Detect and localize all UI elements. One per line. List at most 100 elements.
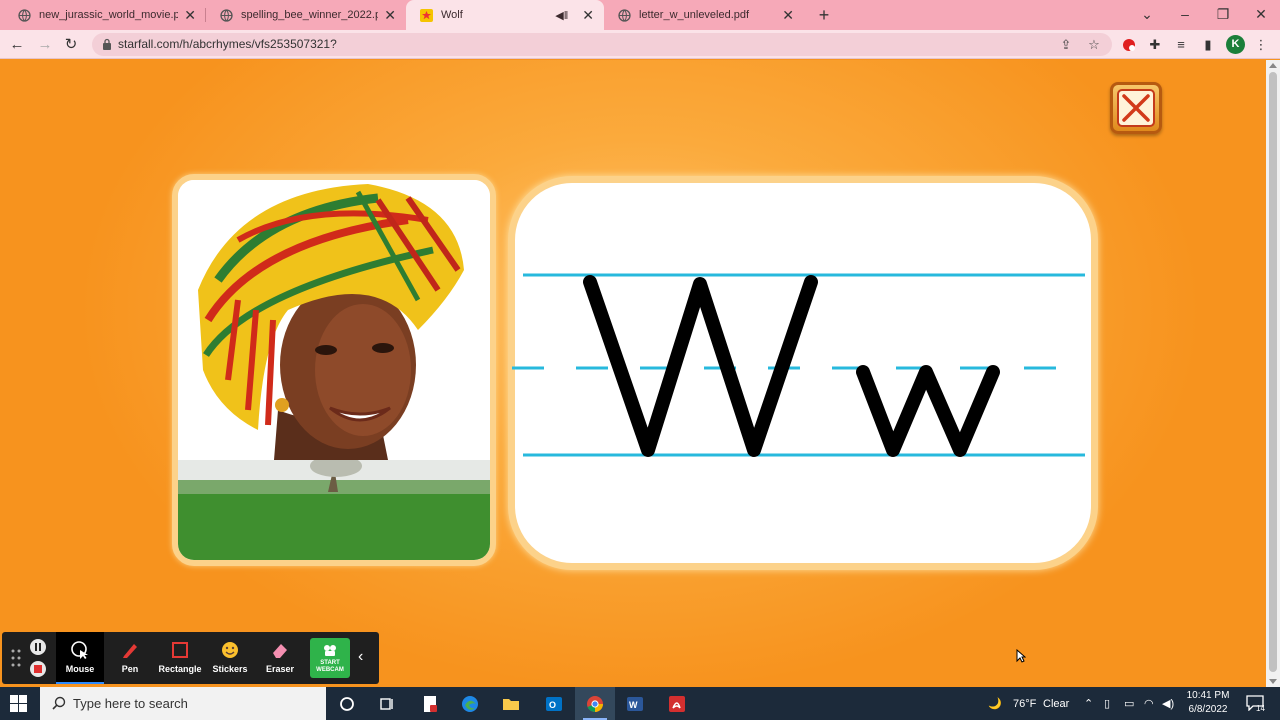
taskbar-clock[interactable]: 10:41 PM 6/8/2022: [1178, 689, 1238, 717]
bookmark-star-icon[interactable]: ☆: [1086, 37, 1102, 53]
pause-recording-button[interactable]: [30, 639, 46, 655]
volume-icon[interactable]: ◀): [1162, 695, 1174, 713]
globe-icon: [220, 8, 233, 22]
forward-button[interactable]: →: [34, 34, 56, 56]
extensions-puzzle-icon[interactable]: ✚: [1146, 36, 1164, 54]
tool-label: Stickers: [212, 664, 248, 674]
close-tab-icon[interactable]: ✕: [782, 8, 794, 22]
weather-condition[interactable]: Clear: [1043, 695, 1069, 713]
battery-icon[interactable]: ▭: [1124, 695, 1134, 713]
start-webcam-button[interactable]: START WEBCAM: [310, 638, 350, 678]
tab-jurassic[interactable]: new_jurassic_world_movie.pdf ✕: [4, 0, 206, 30]
wifi-icon[interactable]: ◠: [1144, 695, 1154, 713]
url-text[interactable]: starfall.com/h/abcrhymes/vfs253507321?: [118, 37, 337, 51]
search-placeholder: Type here to search: [73, 696, 188, 711]
webcam-icon: [324, 645, 336, 656]
close-x-icon: [1117, 89, 1155, 127]
side-panel-icon[interactable]: ▮: [1199, 36, 1217, 54]
task-view-icon: [380, 698, 393, 710]
starfall-page: [0, 60, 1266, 687]
reload-button[interactable]: ↻: [60, 34, 82, 56]
omnibox[interactable]: starfall.com/h/abcrhymes/vfs253507321? ⇪…: [92, 33, 1112, 56]
stickers-tool-button[interactable]: Stickers: [206, 632, 254, 684]
close-window-button[interactable]: ✕: [1242, 0, 1280, 30]
eraser-tool-button[interactable]: Eraser: [256, 632, 304, 684]
close-tab-icon[interactable]: ✕: [582, 8, 594, 22]
scroll-up-arrow-icon[interactable]: [1269, 63, 1277, 68]
new-tab-button[interactable]: +: [814, 5, 834, 25]
mouse-pointer-icon: [71, 641, 88, 659]
taskbar-search-box[interactable]: Type here to search: [40, 687, 326, 720]
windows-taskbar: Type here to search O W 🌙 76°F Clear ⌃ ▯…: [0, 687, 1280, 720]
profile-avatar[interactable]: K: [1226, 35, 1245, 54]
taskbar-outlook-app[interactable]: O: [534, 687, 574, 720]
starfall-icon: [420, 8, 433, 22]
globe-icon: [618, 8, 631, 22]
taskbar-pdf-app[interactable]: [410, 687, 450, 720]
speaker-muted-icon[interactable]: ◀‖: [555, 9, 568, 22]
stop-recording-button[interactable]: [30, 661, 46, 677]
tab-strip: new_jurassic_world_movie.pdf ✕ spelling_…: [0, 0, 1280, 30]
tablet-icon[interactable]: ▯: [1104, 695, 1110, 713]
close-activity-button[interactable]: [1110, 82, 1162, 134]
weather-temperature[interactable]: 76°F: [1013, 695, 1036, 713]
tool-label: Eraser: [265, 664, 295, 674]
back-button[interactable]: ←: [6, 34, 28, 56]
taskbar-chrome-app[interactable]: [575, 687, 615, 720]
folder-icon: [503, 699, 519, 710]
rectangle-icon: [172, 642, 188, 658]
acrobat-icon: [669, 696, 685, 712]
weather-moon-icon[interactable]: 🌙: [988, 695, 1002, 713]
tab-title: Wolf: [441, 9, 463, 21]
woman-photo-image: [178, 180, 490, 560]
task-view-button[interactable]: [367, 687, 407, 720]
page-scrollbar[interactable]: [1266, 60, 1280, 687]
scrollbar-thumb[interactable]: [1269, 72, 1277, 672]
close-tab-icon[interactable]: ✕: [384, 8, 396, 22]
annotation-toolbar: Mouse Pen Rectangle Stickers Eraser STAR…: [2, 632, 379, 684]
windows-start-icon[interactable]: [10, 695, 27, 712]
rectangle-tool-button[interactable]: Rectangle: [156, 632, 204, 684]
cortana-button[interactable]: [327, 687, 367, 720]
pen-tool-button[interactable]: Pen: [106, 632, 154, 684]
reading-list-icon[interactable]: ≡: [1172, 36, 1190, 54]
globe-icon: [18, 8, 31, 22]
handwriting-lines: [512, 273, 1085, 457]
outlook-icon: O: [546, 697, 562, 711]
tab-title: letter_w_unleveled.pdf: [639, 9, 750, 21]
tab-letter-w[interactable]: letter_w_unleveled.pdf ✕: [604, 0, 804, 30]
tab-wolf[interactable]: Wolf ◀‖ ✕: [406, 0, 604, 30]
collapse-toolbar-chevron-icon[interactable]: ‹: [358, 648, 363, 666]
taskbar-file-explorer[interactable]: [491, 687, 531, 720]
minimize-button[interactable]: –: [1166, 0, 1204, 30]
mouse-tool-button[interactable]: Mouse: [56, 632, 104, 684]
scroll-down-arrow-icon[interactable]: [1269, 679, 1277, 684]
tool-label: Pen: [121, 664, 139, 674]
letter-card: [508, 176, 1098, 570]
smiley-sticker-icon: [222, 642, 238, 658]
taskbar-word-app[interactable]: W: [615, 687, 655, 720]
taskbar-edge-app[interactable]: [450, 687, 490, 720]
lowercase-w-letter: [856, 365, 1000, 457]
menu-kebab-icon[interactable]: ⋮: [1252, 36, 1270, 54]
svg-text:O: O: [549, 700, 556, 710]
tray-chevron-icon[interactable]: ⌃: [1084, 695, 1093, 713]
tool-label: Rectangle: [158, 664, 202, 674]
address-bar: ← → ↻ starfall.com/h/abcrhymes/vfs253507…: [0, 30, 1280, 59]
uppercase-w-letter: [583, 275, 818, 457]
clock-date: 6/8/2022: [1188, 704, 1228, 715]
restore-button[interactable]: ❐: [1204, 0, 1242, 30]
close-tab-icon[interactable]: ✕: [184, 8, 196, 22]
record-extension-icon[interactable]: [1120, 36, 1138, 54]
tab-search-chevron-icon[interactable]: ⌄: [1128, 0, 1166, 30]
lock-icon[interactable]: [102, 38, 112, 50]
drag-grip-icon[interactable]: [11, 649, 21, 667]
clock-time: 10:41 PM: [1186, 690, 1230, 701]
tab-spelling-bee[interactable]: spelling_bee_winner_2022.pdf ✕: [206, 0, 406, 30]
share-icon[interactable]: ⇪: [1058, 37, 1074, 53]
cortana-circle-icon: [340, 697, 354, 711]
pause-icon: [35, 643, 41, 651]
taskbar-acrobat-app[interactable]: [657, 687, 697, 720]
tab-title: spelling_bee_winner_2022.pdf: [241, 9, 379, 21]
svg-text:W: W: [629, 700, 638, 710]
